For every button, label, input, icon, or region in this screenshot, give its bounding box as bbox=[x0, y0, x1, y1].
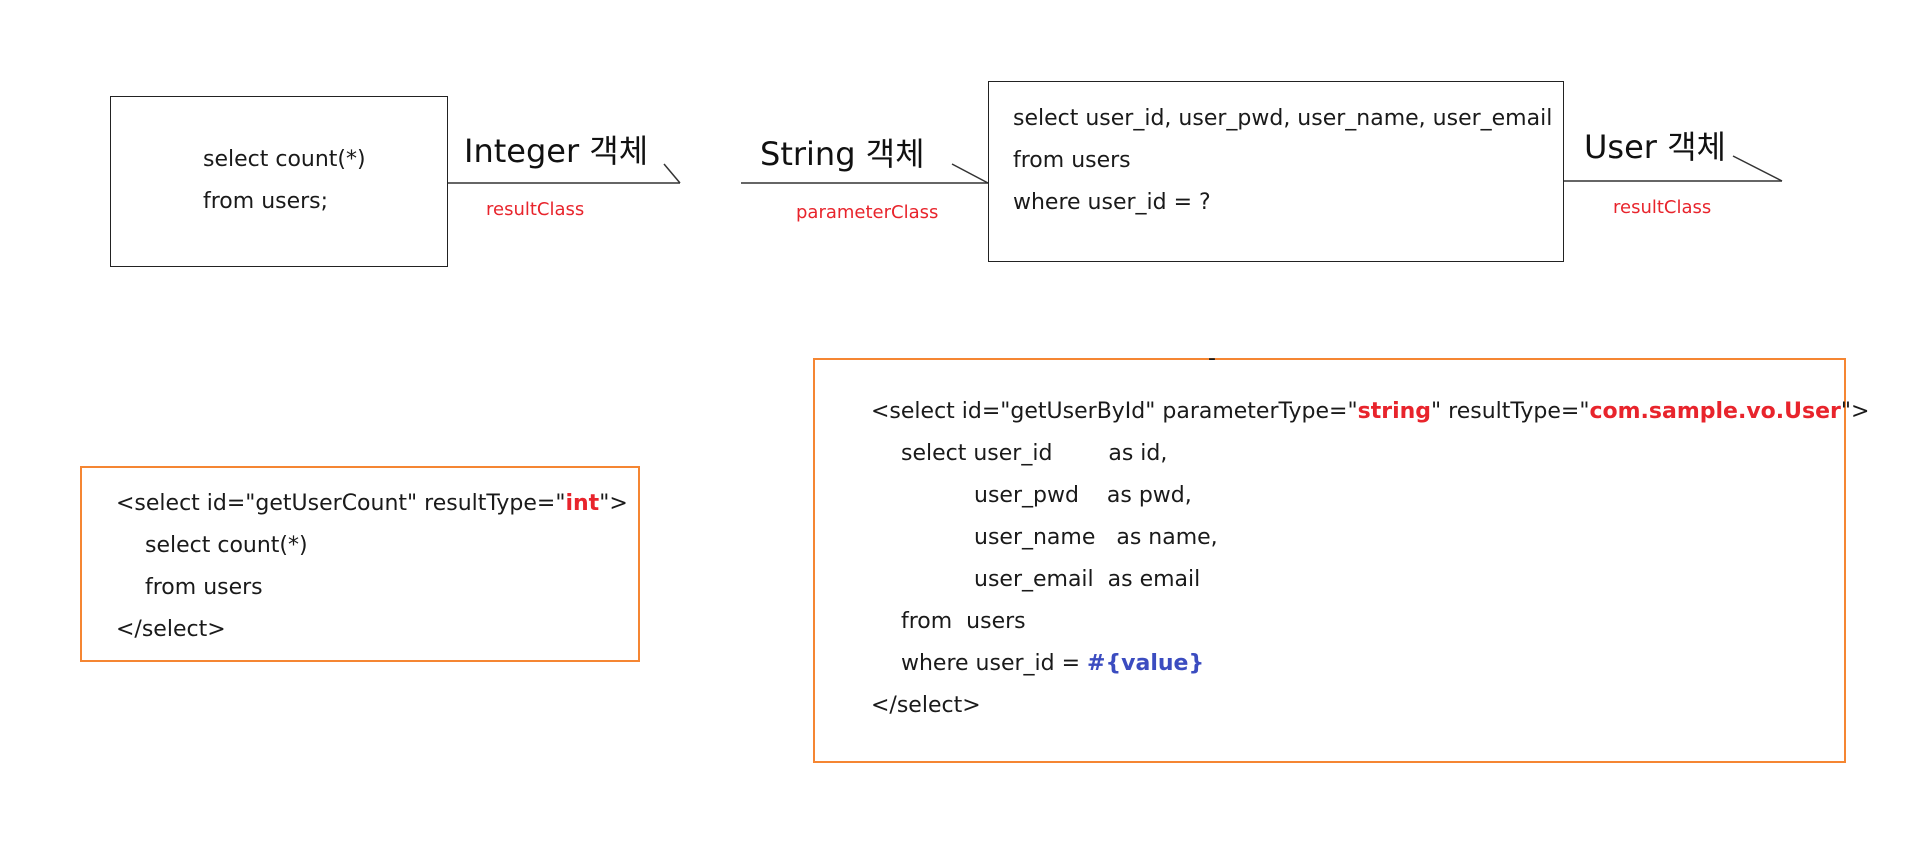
user-object-label: User 객체 bbox=[1584, 128, 1726, 166]
string-arrow-head bbox=[951, 163, 989, 184]
user-mapper-dash: - bbox=[1208, 346, 1216, 371]
user-mapper-box: - <select id="getUserById" parameterType… bbox=[813, 346, 1869, 763]
user-mapper-line-3: user_pwd as pwd, bbox=[974, 483, 1192, 508]
integer-object-label: Integer 객체 bbox=[464, 132, 649, 170]
user-mapper-line-1: <select id="getUserById" parameterType="… bbox=[871, 399, 1870, 424]
count-mapper-box: <select id="getUserCount" resultType="in… bbox=[80, 466, 640, 662]
count-query-box: select count(*) from users; bbox=[110, 96, 448, 267]
user-mapper-line-2: select user_id as id, bbox=[901, 441, 1168, 466]
user-mapper-line-4: user_name as name, bbox=[974, 525, 1218, 550]
parameter-placeholder: #{value} bbox=[1087, 651, 1205, 676]
string-object-label: String 객체 bbox=[760, 135, 925, 173]
parameter-type-value: string bbox=[1357, 399, 1432, 424]
integer-relation-label: resultClass bbox=[486, 199, 585, 220]
count-query-line: select count(*) bbox=[203, 147, 366, 172]
user-relation-label: resultClass bbox=[1613, 197, 1712, 218]
integer-arrow-head bbox=[663, 163, 681, 184]
result-type-value: com.sample.vo.User bbox=[1589, 399, 1841, 424]
diagram-canvas: select count(*) from users; Integer 객체 r… bbox=[0, 0, 1905, 861]
result-type-value: int bbox=[565, 491, 600, 516]
count-mapper-line-4: </select> bbox=[116, 617, 226, 642]
user-query-box: select user_id, user_pwd, user_name, use… bbox=[988, 81, 1564, 262]
count-query-line: from users; bbox=[203, 189, 329, 214]
user-mapper-line-6: from users bbox=[901, 609, 1026, 634]
user-mapper-line-8: </select> bbox=[871, 693, 981, 718]
user-query-line: where user_id = ? bbox=[1013, 190, 1211, 215]
user-arrow-head bbox=[1732, 155, 1783, 182]
count-mapper-line-3: from users bbox=[145, 575, 263, 600]
user-mapper-line-7: where user_id = #{value} bbox=[901, 651, 1205, 676]
user-query-line: from users bbox=[1013, 148, 1131, 173]
string-relation-label: parameterClass bbox=[796, 202, 939, 223]
count-mapper-line-2: select count(*) bbox=[145, 533, 308, 558]
user-query-line: select user_id, user_pwd, user_name, use… bbox=[1013, 106, 1553, 131]
user-mapper-line-5: user_email as email bbox=[974, 567, 1201, 592]
count-mapper-line-1: <select id="getUserCount" resultType="in… bbox=[116, 491, 628, 516]
